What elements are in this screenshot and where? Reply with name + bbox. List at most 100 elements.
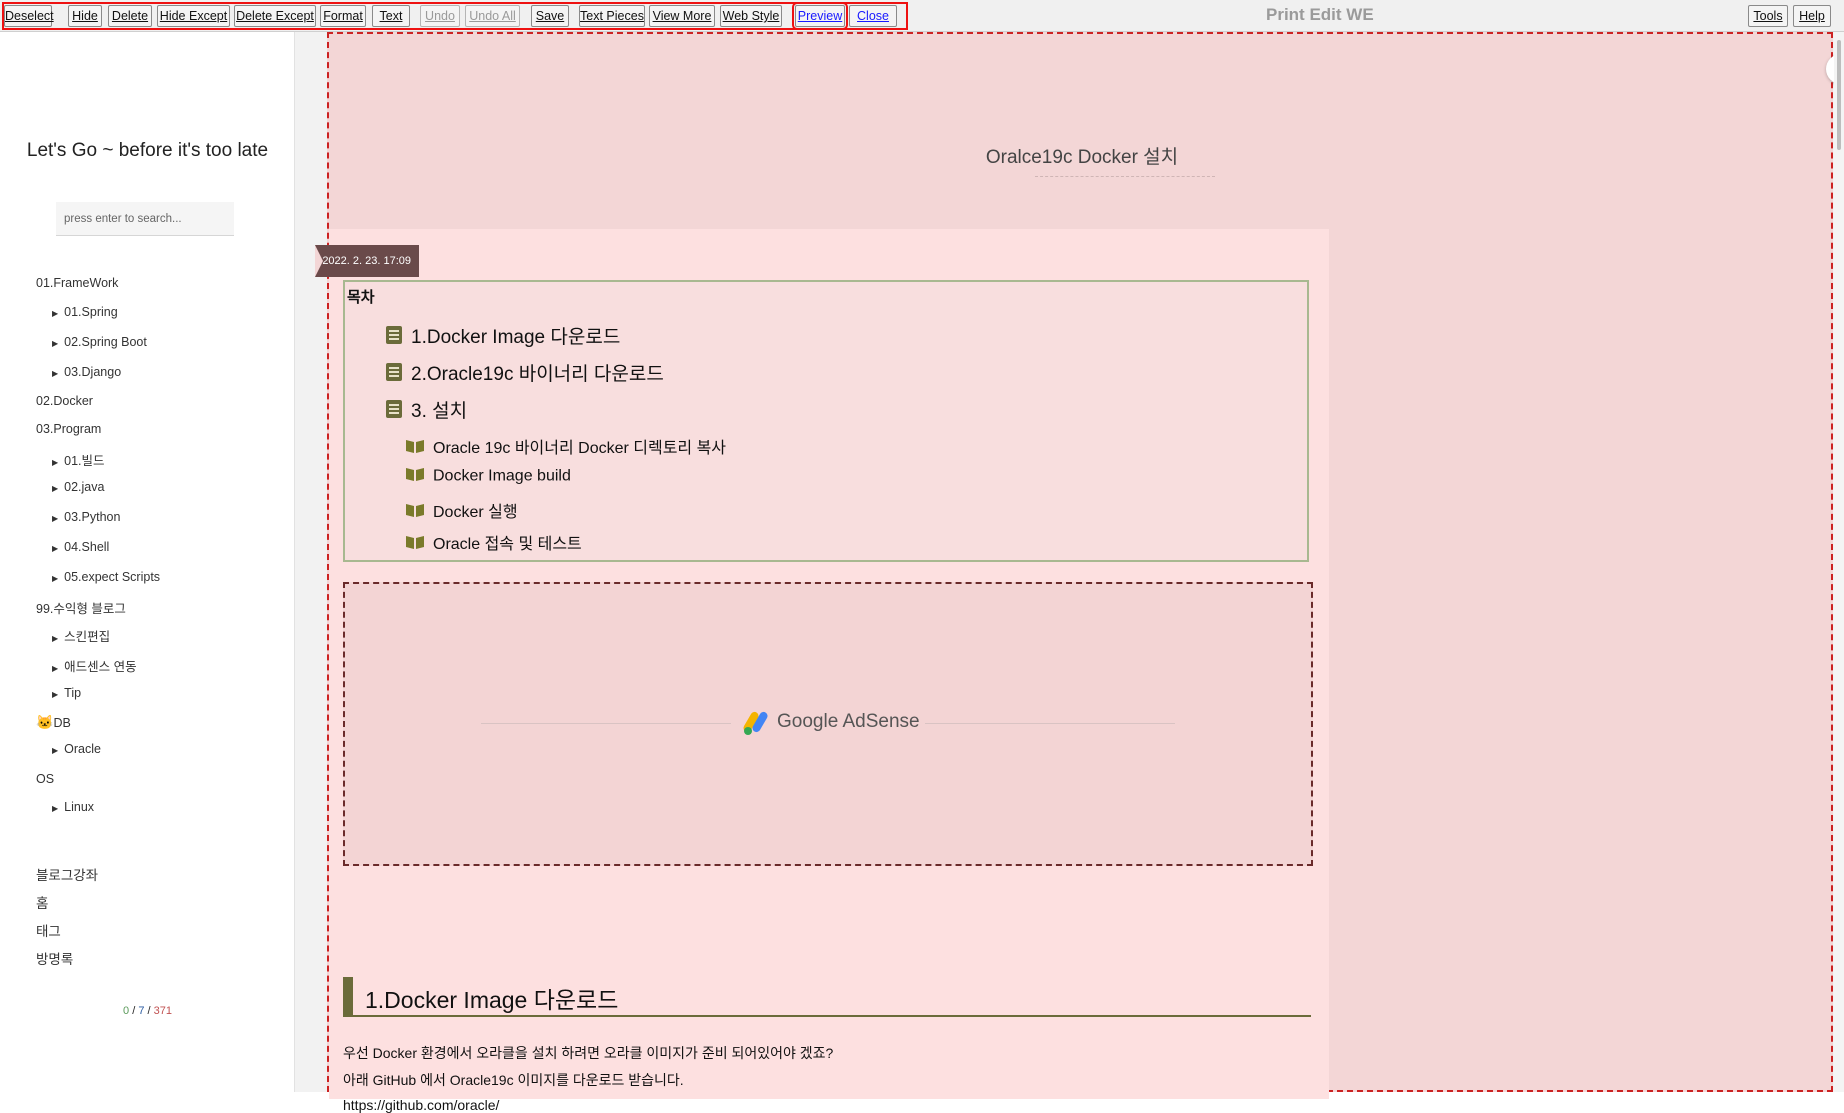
category-db[interactable]: 🐱DB <box>36 714 71 731</box>
toc-item-label: 3. 설치 <box>411 401 468 422</box>
view-more-button[interactable]: View More <box>649 5 715 27</box>
category-profit-blog[interactable]: 99.수익형 블로그 <box>36 598 126 617</box>
preview-button[interactable]: Preview <box>792 2 848 30</box>
category-django[interactable]: ▶ 03.Django <box>52 365 121 379</box>
main-area: ⋮ Oralce19c Docker 설치 2022. 2. 23. 17:09… <box>295 32 1844 1113</box>
search-input[interactable] <box>56 202 234 236</box>
toc-subitem[interactable]: Docker Image build <box>405 466 571 487</box>
triangle-right-icon: ▶ <box>52 458 59 467</box>
toc-item[interactable]: 3. 설치 <box>385 396 467 425</box>
toc-item-label: 1.Docker Image 다운로드 <box>411 327 621 348</box>
closed-book-icon <box>385 325 403 351</box>
category-java[interactable]: ▶ 02.java <box>52 480 104 494</box>
category-label: 03.Program <box>36 422 102 436</box>
category-linux[interactable]: ▶ Linux <box>52 800 94 814</box>
category-docker[interactable]: 02.Docker <box>36 394 93 408</box>
triangle-right-icon: ▶ <box>52 369 59 378</box>
cat-face-icon: 🐱 <box>36 714 54 730</box>
triangle-right-icon: ▶ <box>52 746 59 755</box>
category-program[interactable]: 03.Program <box>36 422 101 436</box>
toc-subitem-label: Docker Image build <box>433 467 571 485</box>
app-title: Print Edit WE <box>1266 5 1374 24</box>
text-button[interactable]: Text <box>372 5 410 27</box>
delete-button[interactable]: Delete <box>108 5 152 27</box>
section-heading: 1.Docker Image 다운로드 <box>343 977 1311 1017</box>
ad-label: Google AdSense <box>777 711 920 732</box>
google-ads-logo-icon <box>741 708 771 738</box>
adsense-placeholder[interactable]: Google AdSense <box>343 582 1313 866</box>
triangle-right-icon: ▶ <box>52 309 59 318</box>
category-adsense[interactable]: ▶ 애드센스 연동 <box>52 656 137 675</box>
category-python[interactable]: ▶ 03.Python <box>52 510 120 524</box>
title-divider <box>1035 176 1215 177</box>
category-os[interactable]: OS <box>36 772 54 786</box>
category-skin-edit[interactable]: ▶ 스킨편집 <box>52 626 110 645</box>
section-heading-text: 1.Docker Image 다운로드 <box>365 987 619 1013</box>
hide-button[interactable]: Hide <box>68 5 102 27</box>
triangle-right-icon: ▶ <box>52 574 59 583</box>
triangle-right-icon: ▶ <box>52 664 59 673</box>
link-home[interactable]: 홈 <box>36 892 48 912</box>
toc-subitem[interactable]: Oracle 19c 바이너리 Docker 디렉토리 복사 <box>405 434 726 459</box>
undo-button[interactable]: Undo <box>420 5 460 27</box>
link-tags[interactable]: 태그 <box>36 920 61 940</box>
triangle-right-icon: ▶ <box>52 544 59 553</box>
delete-except-button[interactable]: Delete Except <box>234 5 316 27</box>
category-framework[interactable]: 01.FrameWork <box>36 276 118 290</box>
category-label: 02.Docker <box>36 394 93 408</box>
category-spring[interactable]: ▶ 01.Spring <box>52 305 118 319</box>
open-book-icon <box>405 502 425 523</box>
vertical-scrollbar[interactable] <box>1834 32 1844 1092</box>
undo-all-button[interactable]: Undo All <box>465 5 520 27</box>
table-of-contents: 목차 1.Docker Image 다운로드 2.Oracle19c 바이너리 … <box>343 280 1309 562</box>
category-label: 01.Spring <box>64 305 118 319</box>
toc-subitem[interactable]: Docker 실행 <box>405 498 518 523</box>
save-button[interactable]: Save <box>531 5 569 27</box>
category-spring-boot[interactable]: ▶ 02.Spring Boot <box>52 335 147 349</box>
link-blog-course[interactable]: 블로그강좌 <box>36 864 98 884</box>
closed-book-icon <box>385 399 403 425</box>
scrollbar-thumb[interactable] <box>1837 40 1841 150</box>
close-button[interactable]: Close <box>849 5 897 27</box>
counter-total: 371 <box>153 1005 172 1017</box>
category-label: 05.expect Scripts <box>64 570 161 584</box>
heading-accent-bar <box>343 977 353 1015</box>
category-shell[interactable]: ▶ 04.Shell <box>52 540 109 554</box>
category-build[interactable]: ▶ 01.빌드 <box>52 450 105 469</box>
web-style-button[interactable]: Web Style <box>720 5 782 27</box>
triangle-right-icon: ▶ <box>52 804 59 813</box>
paragraph: 아래 GitHub 에서 Oracle19c 이미지를 다운로드 받습니다. <box>343 1072 684 1088</box>
ad-divider-left <box>481 723 731 724</box>
post-date: 2022. 2. 23. 17:09 <box>322 255 411 267</box>
toc-subitem-label: Docker 실행 <box>433 504 518 521</box>
deselect-button[interactable]: Deselect <box>4 5 54 27</box>
category-label: 애드센스 연동 <box>64 660 137 674</box>
triangle-right-icon: ▶ <box>52 484 59 493</box>
category-label: Tip <box>64 686 82 700</box>
paragraph: 우선 Docker 환경에서 오라클을 설치 하려면 오라클 이미지가 준비 되… <box>343 1045 834 1061</box>
format-button[interactable]: Format <box>320 5 366 27</box>
link-guestbook[interactable]: 방명록 <box>36 948 73 968</box>
category-label: 02.Spring Boot <box>64 335 147 349</box>
text-pieces-button[interactable]: Text Pieces <box>579 5 645 27</box>
tools-button[interactable]: Tools <box>1748 5 1788 27</box>
category-oracle[interactable]: ▶ Oracle <box>52 742 101 756</box>
blog-title[interactable]: Let's Go ~ before it's too late <box>0 140 295 162</box>
category-label: OS <box>36 772 55 786</box>
blog-sidebar: Let's Go ~ before it's too late 01.Frame… <box>0 32 295 1092</box>
open-book-icon <box>405 534 425 555</box>
toc-subitem-label: Oracle 19c 바이너리 Docker 디렉토리 복사 <box>433 440 727 457</box>
toc-subitem[interactable]: Oracle 접속 및 테스트 <box>405 530 582 555</box>
toc-item[interactable]: 1.Docker Image 다운로드 <box>385 322 620 351</box>
category-tip[interactable]: ▶ Tip <box>52 686 81 700</box>
category-label: 스킨편집 <box>64 630 111 644</box>
hide-except-button[interactable]: Hide Except <box>157 5 230 27</box>
help-button[interactable]: Help <box>1793 5 1831 27</box>
github-link[interactable]: https://github.com/oracle/ <box>343 1097 499 1113</box>
open-book-icon <box>405 438 425 459</box>
toc-item[interactable]: 2.Oracle19c 바이너리 다운로드 <box>385 359 664 388</box>
category-label: 01.빌드 <box>64 454 105 468</box>
preview-frame: ⋮ Oralce19c Docker 설치 2022. 2. 23. 17:09… <box>315 32 1844 1113</box>
category-expect-scripts[interactable]: ▶ 05.expect Scripts <box>52 570 160 584</box>
triangle-right-icon: ▶ <box>52 690 59 699</box>
